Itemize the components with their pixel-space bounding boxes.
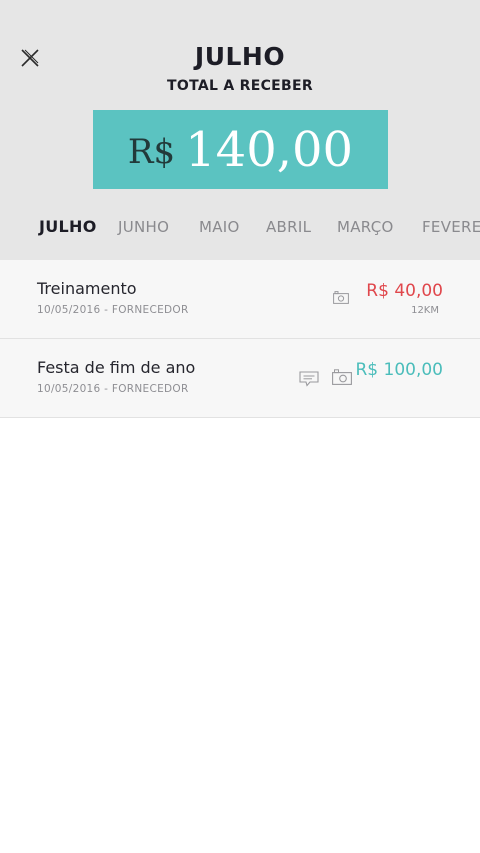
item-title: Treinamento	[37, 279, 137, 298]
item-amount: R$ 100,00	[355, 360, 443, 380]
page-title: JULHO	[194, 42, 286, 71]
total-currency: R$	[127, 131, 176, 172]
list-item[interactable]: Festa de fim de ano 10/05/2016 - FORNECE…	[0, 339, 480, 418]
item-title: Festa de fim de ano	[37, 358, 196, 377]
total-value: 140,00	[185, 121, 354, 178]
list-item[interactable]: Treinamento 10/05/2016 - FORNECEDOR R$ 4…	[0, 260, 480, 339]
item-subtitle: 10/05/2016 - FORNECEDOR	[37, 383, 189, 395]
item-amount: R$ 40,00	[366, 281, 443, 301]
tab-junho[interactable]: JUNHO	[118, 218, 169, 236]
total-amount-box: R$ 140,00	[93, 110, 388, 189]
item-subtitle: 10/05/2016 - FORNECEDOR	[37, 304, 189, 316]
tab-abril[interactable]: ABRIL	[266, 218, 311, 236]
month-tabs: JULHO JUNHO MAIO ABRIL MARÇO FEVERE	[0, 212, 480, 242]
tab-maio[interactable]: MAIO	[199, 218, 240, 236]
tab-marco[interactable]: MARÇO	[337, 218, 394, 236]
camera-icon[interactable]	[333, 291, 349, 304]
comment-icon[interactable]	[299, 371, 319, 387]
transaction-list: Treinamento 10/05/2016 - FORNECEDOR R$ 4…	[0, 260, 480, 418]
header: JULHO TOTAL A RECEBER R$ 140,00 JULHO JU…	[0, 0, 480, 260]
item-distance: 12KM	[411, 305, 439, 316]
tab-fevereiro[interactable]: FEVERE	[422, 218, 480, 236]
camera-icon[interactable]	[332, 369, 352, 385]
total-label: TOTAL A RECEBER	[167, 78, 313, 94]
tab-julho[interactable]: JULHO	[39, 217, 97, 236]
